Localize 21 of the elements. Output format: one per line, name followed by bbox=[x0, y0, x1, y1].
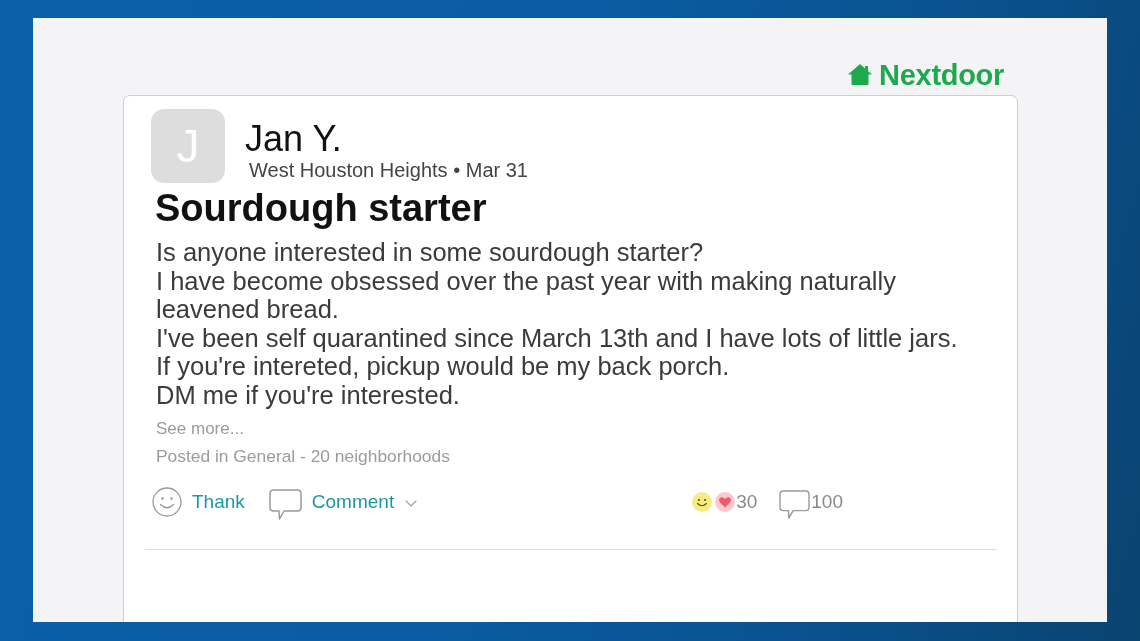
post-meta: West Houston Heights • Mar 31 bbox=[249, 159, 528, 181]
post-text: DM me if you're interested. bbox=[156, 380, 461, 410]
post-title: Sourdough starter bbox=[155, 186, 487, 231]
post-text: I have become obsessed over the past year with making naturally leavened bread. bbox=[156, 266, 897, 324]
post-text: I've been self quarantined since March 13th and I have lots of little jars. bbox=[156, 323, 959, 353]
smiley-icon bbox=[152, 486, 182, 517]
speech-bubble-icon bbox=[779, 490, 811, 520]
caret-icon bbox=[405, 499, 418, 507]
post-text: If you're intereted, pickup would be my back porch. bbox=[156, 352, 731, 381]
author-name[interactable]: Jan Y. bbox=[245, 119, 528, 159]
reaction-count: 30 bbox=[736, 490, 758, 513]
post-text: Is anyone interested in some sourdough starter? bbox=[156, 238, 705, 267]
comment-button[interactable]: Comment bbox=[268, 483, 418, 521]
posted-in-text: Posted in General - 20 neighborhoods bbox=[156, 445, 450, 466]
see-more-link[interactable]: See more... bbox=[156, 418, 244, 439]
comment-count: 100 bbox=[811, 490, 843, 513]
thank-button[interactable]: Thank bbox=[152, 486, 245, 517]
smiley-icon bbox=[692, 491, 713, 512]
house-icon bbox=[848, 64, 873, 85]
speech-bubble-icon bbox=[268, 489, 302, 521]
logo-text: Nextdoor bbox=[879, 58, 1004, 91]
